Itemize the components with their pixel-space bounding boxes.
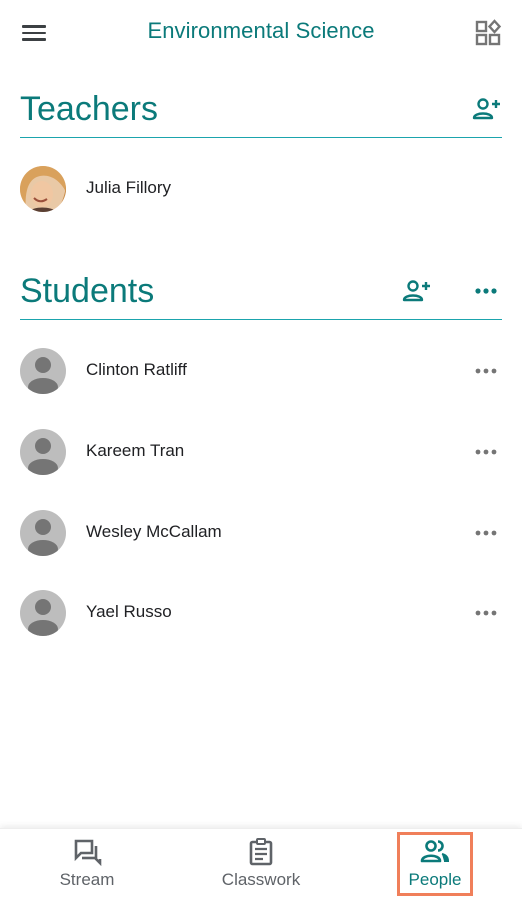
teacher-name: Julia Fillory xyxy=(86,178,172,197)
student-name: Yael Russo xyxy=(86,602,172,621)
default-avatar-icon xyxy=(20,590,66,636)
more-horizontal-icon xyxy=(475,449,497,455)
student-more-button[interactable] xyxy=(474,443,498,461)
top-app-bar: Environmental Science xyxy=(0,0,522,66)
tab-stream[interactable]: Stream xyxy=(0,829,174,900)
student-more-button[interactable] xyxy=(474,524,498,542)
active-tab-highlight xyxy=(397,832,473,896)
more-horizontal-icon xyxy=(475,288,497,294)
more-horizontal-icon xyxy=(475,530,497,536)
more-horizontal-icon xyxy=(475,610,497,616)
stream-icon xyxy=(74,839,102,867)
tab-classwork-label: Classwork xyxy=(221,870,301,889)
student-name: Wesley McCallam xyxy=(86,522,222,541)
student-name: Kareem Tran xyxy=(86,441,185,460)
classwork-icon xyxy=(249,838,273,866)
class-apps-icon xyxy=(475,19,502,46)
student-more-button[interactable] xyxy=(474,362,498,380)
default-avatar-icon xyxy=(20,510,66,556)
students-header: Students xyxy=(20,268,502,320)
class-apps-button[interactable] xyxy=(474,19,502,47)
invite-teacher-button[interactable] xyxy=(472,96,502,122)
person-add-icon xyxy=(472,98,500,120)
teachers-title: Teachers xyxy=(20,90,158,128)
student-row[interactable]: Clinton Ratliff xyxy=(20,346,502,396)
invite-student-button[interactable] xyxy=(402,278,432,304)
teacher-row[interactable]: Julia Fillory xyxy=(20,164,502,214)
teachers-header: Teachers xyxy=(20,86,502,138)
student-name: Clinton Ratliff xyxy=(86,360,187,379)
student-row[interactable]: Yael Russo xyxy=(20,588,502,638)
student-row[interactable]: Kareem Tran xyxy=(20,427,502,477)
students-title: Students xyxy=(20,272,155,310)
default-avatar-icon xyxy=(20,429,66,475)
students-section: Students xyxy=(20,268,502,320)
teacher-avatar xyxy=(20,166,66,212)
tab-stream-label: Stream xyxy=(59,870,115,889)
student-row[interactable]: Wesley McCallam xyxy=(20,508,502,558)
more-horizontal-icon xyxy=(475,368,497,374)
bottom-navigation: Stream Classwork People xyxy=(0,828,522,900)
class-title: Environmental Science xyxy=(147,18,375,43)
default-avatar-icon xyxy=(20,348,66,394)
teachers-section: Teachers xyxy=(20,86,502,138)
students-more-button[interactable] xyxy=(474,284,498,296)
person-add-icon xyxy=(402,280,430,302)
tab-classwork[interactable]: Classwork xyxy=(174,829,348,900)
student-more-button[interactable] xyxy=(474,604,498,622)
